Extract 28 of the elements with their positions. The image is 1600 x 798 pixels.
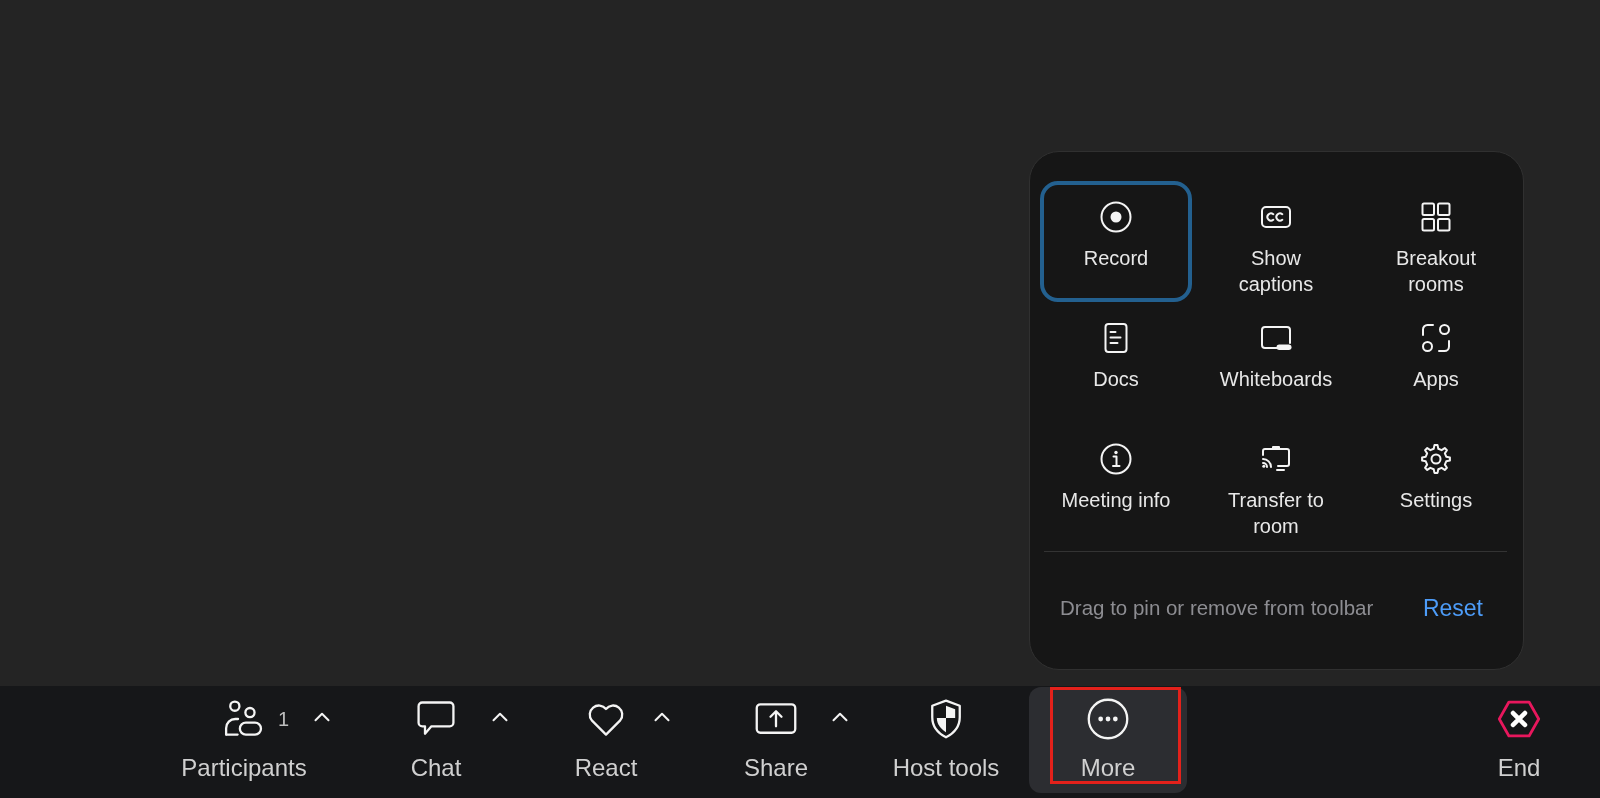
caret-icon	[832, 712, 848, 722]
participants-button[interactable]: 1 Participants	[180, 687, 308, 793]
share-button[interactable]: Share	[726, 687, 826, 793]
end-button[interactable]: End	[1479, 687, 1559, 793]
record-icon	[1100, 201, 1132, 233]
caret-icon	[654, 712, 670, 722]
menu-item[interactable]: Show captions	[1200, 181, 1352, 302]
hint-text: Drag to pin or remove from toolbar	[1060, 594, 1374, 621]
grid-icon	[1420, 201, 1452, 233]
menu-item[interactable]: Record	[1040, 181, 1192, 302]
menu-item[interactable]: Meeting info	[1040, 423, 1192, 544]
menu-item[interactable]: Breakout rooms	[1360, 181, 1512, 302]
shapes-icon	[1420, 322, 1452, 354]
host-button[interactable]: Host tools	[884, 687, 1008, 793]
menu-item[interactable]: Apps	[1360, 302, 1512, 423]
caret-icon	[492, 712, 508, 722]
reset-link[interactable]: Reset	[1422, 590, 1483, 626]
settings-icon	[1420, 443, 1452, 475]
menu-item[interactable]: Settings	[1360, 423, 1512, 544]
menu-item[interactable]: Transfer to room	[1200, 423, 1352, 544]
more-button[interactable]: More	[1029, 687, 1187, 793]
menu-item[interactable]: Docs	[1040, 302, 1192, 423]
react-button[interactable]: React	[564, 687, 648, 793]
caret-icon	[314, 712, 330, 722]
more-icon	[1086, 697, 1130, 741]
menu-item[interactable]: Whiteboards	[1200, 302, 1352, 423]
info-icon	[1100, 443, 1132, 475]
chat-button[interactable]: Chat	[386, 687, 486, 793]
